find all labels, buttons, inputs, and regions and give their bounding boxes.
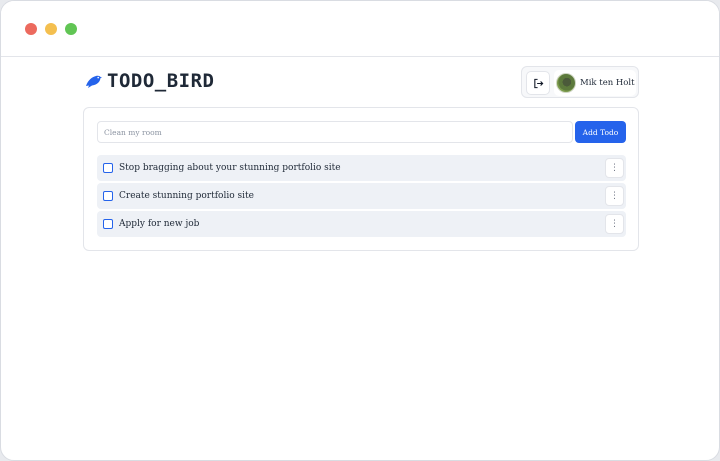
more-options-icon[interactable]: ⋮ <box>605 158 624 178</box>
todo-item: Stop bragging about your stunning portfo… <box>97 155 626 181</box>
maximize-window-button[interactable] <box>65 23 77 35</box>
minimize-window-button[interactable] <box>45 23 57 35</box>
todo-item: Create stunning portfolio site ⋮ <box>97 183 626 209</box>
add-todo-button[interactable]: Add Todo <box>575 121 626 143</box>
logout-button[interactable] <box>526 71 550 95</box>
todo-checkbox[interactable] <box>103 191 113 201</box>
todo-item: Apply for new job ⋮ <box>97 211 626 237</box>
todo-checkbox[interactable] <box>103 219 113 229</box>
avatar <box>556 73 576 93</box>
todo-text: Create stunning portfolio site <box>119 191 254 201</box>
logout-icon <box>533 78 543 88</box>
todo-checkbox[interactable] <box>103 163 113 173</box>
todo-input[interactable] <box>97 121 573 143</box>
browser-window: TODO_BIRD Mik ten Holt Add Todo Stop bra… <box>0 0 720 461</box>
todo-text: Stop bragging about your stunning portfo… <box>119 163 341 173</box>
user-menu[interactable]: Mik ten Holt <box>554 70 636 96</box>
brand-name: TODO_BIRD <box>107 70 215 92</box>
brand[interactable]: TODO_BIRD <box>83 67 214 95</box>
todo-card: Add Todo Stop bragging about your stunni… <box>83 107 639 251</box>
user-name: Mik ten Holt <box>580 78 635 88</box>
user-bar: Mik ten Holt <box>521 66 639 98</box>
more-options-icon[interactable]: ⋮ <box>605 186 624 206</box>
close-window-button[interactable] <box>25 23 37 35</box>
more-options-icon[interactable]: ⋮ <box>605 214 624 234</box>
todo-text: Apply for new job <box>119 219 200 229</box>
bird-icon <box>86 75 102 88</box>
window-titlebar <box>1 1 719 57</box>
